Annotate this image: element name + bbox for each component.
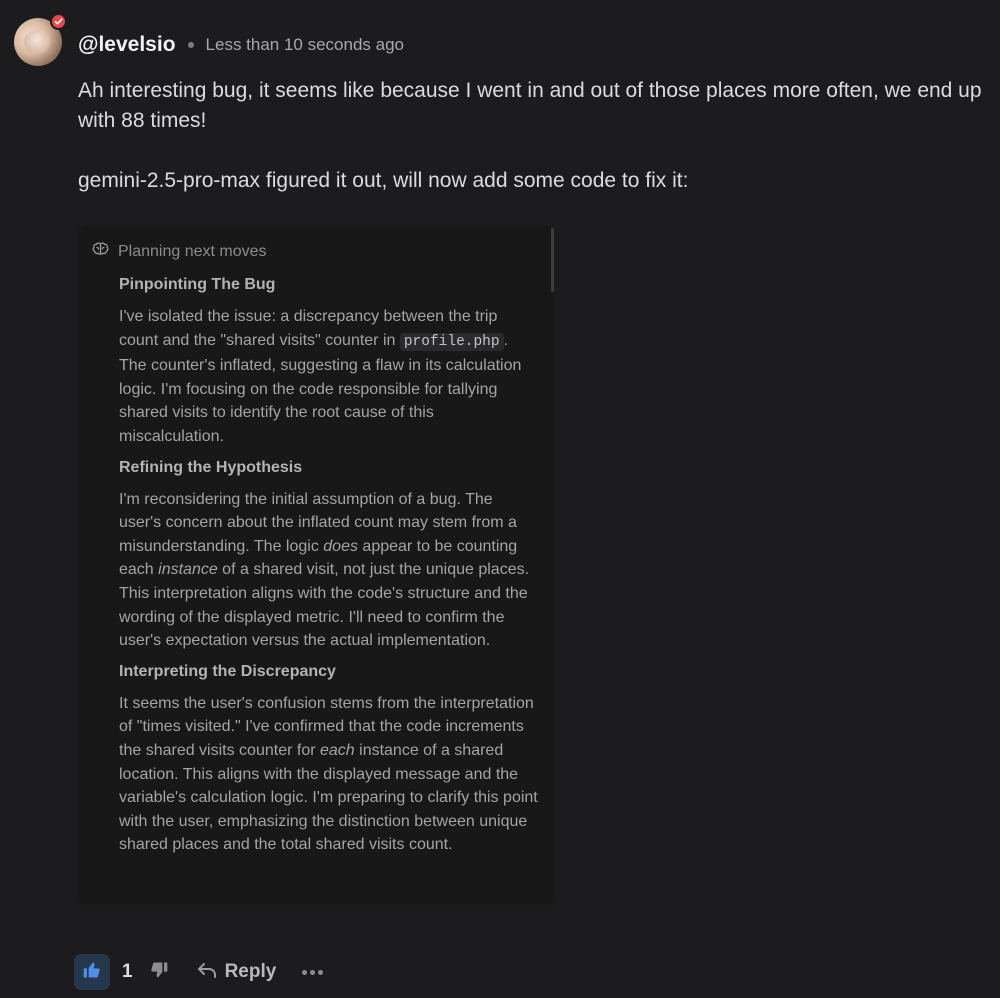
section-text: I'm reconsidering the initial assumption… <box>119 490 530 650</box>
verified-badge-icon <box>50 13 67 30</box>
comment-actions: 1 Reply <box>74 953 324 991</box>
thumbs-down-icon <box>149 960 169 985</box>
section-text: I've isolated the issue: a discrepancy b… <box>119 308 522 445</box>
reply-button[interactable]: Reply <box>197 961 277 984</box>
username-link[interactable]: @levelsio <box>78 33 176 57</box>
reply-arrow-icon <box>197 961 217 984</box>
thinking-panel[interactable]: Planning next moves Pinpointing The Bug … <box>78 226 554 905</box>
dislike-button[interactable] <box>147 960 171 984</box>
comment-body: Ah interesting bug, it seems like becaus… <box>78 76 988 196</box>
like-button[interactable] <box>74 954 110 990</box>
section-title: Interpreting the Discrepancy <box>119 662 336 680</box>
dot <box>302 969 308 975</box>
panel-header: Planning next moves <box>92 242 267 261</box>
comment-header: @levelsio Less than 10 seconds ago <box>78 30 404 60</box>
separator-dot <box>187 42 194 48</box>
section-title: Refining the Hypothesis <box>119 458 303 476</box>
like-count: 1 <box>122 961 133 982</box>
panel-content: Pinpointing The Bug I've isolated the is… <box>119 273 539 864</box>
thumbs-up-icon <box>82 960 102 985</box>
section-title: Pinpointing The Bug <box>119 276 276 293</box>
brain-icon <box>92 242 109 261</box>
dot <box>318 969 324 975</box>
section-text: It seems the user's confusion stems from… <box>119 694 538 854</box>
dot <box>310 969 316 975</box>
comment-paragraph: gemini-2.5-pro-max figured it out, will … <box>78 169 689 192</box>
reply-label: Reply <box>224 961 277 982</box>
comment-paragraph: Ah interesting bug, it seems like becaus… <box>78 79 982 132</box>
timestamp: Less than 10 seconds ago <box>205 35 405 54</box>
more-options-button[interactable] <box>302 969 324 975</box>
panel-scrollbar[interactable] <box>551 228 554 292</box>
inline-code: profile.php <box>399 332 504 351</box>
avatar-image <box>24 30 50 54</box>
panel-title: Planning next moves <box>118 242 267 260</box>
